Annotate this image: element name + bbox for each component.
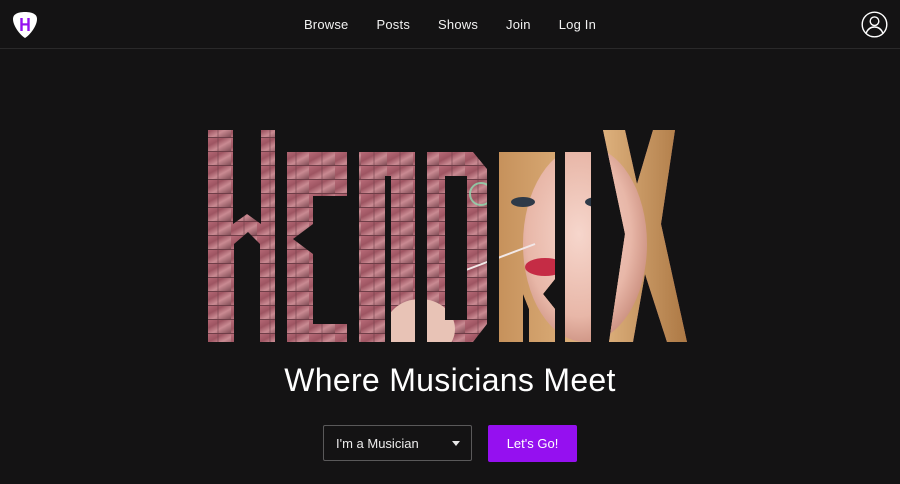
hero-tagline: Where Musicians Meet <box>284 362 616 398</box>
user-account-icon[interactable] <box>861 11 888 38</box>
role-dropdown[interactable]: I'm a Musician <box>323 425 472 461</box>
role-dropdown-value: I'm a Musician <box>336 435 419 451</box>
nav-browse[interactable]: Browse <box>304 17 349 32</box>
nav-join[interactable]: Join <box>506 17 531 32</box>
nav-shows[interactable]: Shows <box>438 17 478 32</box>
caret-down-icon <box>452 441 460 446</box>
nav-posts[interactable]: Posts <box>377 17 411 32</box>
main-nav: Browse Posts Shows Join Log In <box>0 0 900 49</box>
hendrix-wordmark-photo <box>208 130 687 342</box>
top-navigation-bar: Browse Posts Shows Join Log In <box>0 0 900 49</box>
lets-go-button[interactable]: Let's Go! <box>488 425 577 462</box>
nav-log-in[interactable]: Log In <box>559 17 596 32</box>
